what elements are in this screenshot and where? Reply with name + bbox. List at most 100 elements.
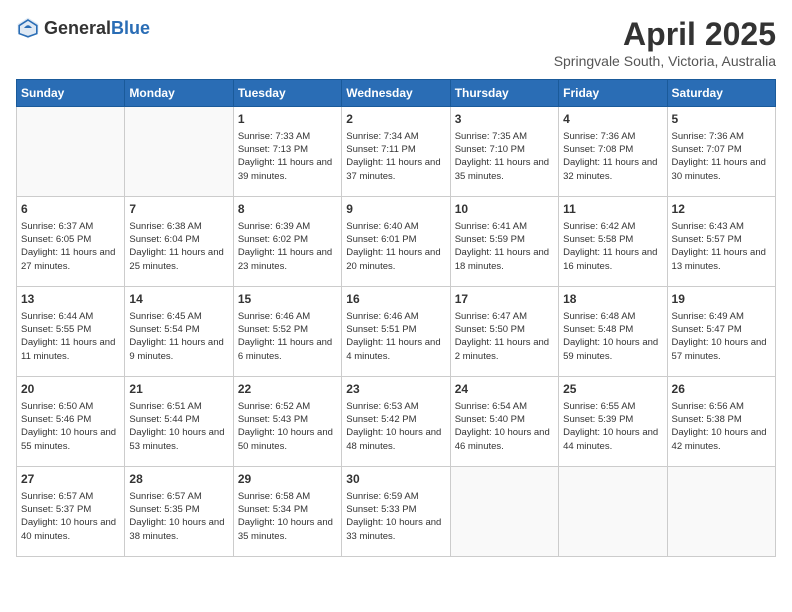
calendar-cell: 10 Sunrise: 6:41 AMSunset: 5:59 PMDayligh… — [450, 197, 558, 287]
day-info: Sunrise: 6:42 AMSunset: 5:58 PMDaylight:… — [563, 220, 662, 273]
day-info: Sunrise: 6:41 AMSunset: 5:59 PMDaylight:… — [455, 220, 554, 273]
header-sunday: Sunday — [17, 80, 125, 107]
day-number: 1 — [238, 111, 337, 128]
day-info: Sunrise: 7:34 AMSunset: 7:11 PMDaylight:… — [346, 130, 445, 183]
day-info: Sunrise: 6:45 AMSunset: 5:54 PMDaylight:… — [129, 310, 228, 363]
day-info: Sunrise: 6:39 AMSunset: 6:02 PMDaylight:… — [238, 220, 337, 273]
days-header-row: SundayMondayTuesdayWednesdayThursdayFrid… — [17, 80, 776, 107]
day-info: Sunrise: 7:35 AMSunset: 7:10 PMDaylight:… — [455, 130, 554, 183]
calendar-cell: 7Sunrise: 6:38 AMSunset: 6:04 PMDaylight… — [125, 197, 233, 287]
day-number: 21 — [129, 381, 228, 398]
day-number: 24 — [455, 381, 554, 398]
calendar-cell: 27 Sunrise: 6:57 AMSunset: 5:37 PMDayligh… — [17, 467, 125, 557]
day-info: Sunrise: 6:57 AMSunset: 5:35 PMDaylight:… — [129, 490, 228, 543]
calendar-cell: 22 Sunrise: 6:52 AMSunset: 5:43 PMDayligh… — [233, 377, 341, 467]
day-number: 23 — [346, 381, 445, 398]
title-block: April 2025 Springvale South, Victoria, A… — [554, 16, 776, 69]
calendar-cell: 21 Sunrise: 6:51 AMSunset: 5:44 PMDayligh… — [125, 377, 233, 467]
calendar-cell: 15 Sunrise: 6:46 AMSunset: 5:52 PMDayligh… — [233, 287, 341, 377]
header-tuesday: Tuesday — [233, 80, 341, 107]
calendar-table: SundayMondayTuesdayWednesdayThursdayFrid… — [16, 79, 776, 557]
day-info: Sunrise: 6:48 AMSunset: 5:48 PMDaylight:… — [563, 310, 662, 363]
logo-blue: Blue — [111, 18, 150, 38]
calendar-cell: 26Sunrise: 6:56 AMSunset: 5:38 PMDayligh… — [667, 377, 775, 467]
calendar-week-1: 1 Sunrise: 7:33 AMSunset: 7:13 PMDaylight… — [17, 107, 776, 197]
calendar-week-5: 27 Sunrise: 6:57 AMSunset: 5:37 PMDayligh… — [17, 467, 776, 557]
calendar-week-4: 20 Sunrise: 6:50 AMSunset: 5:46 PMDayligh… — [17, 377, 776, 467]
day-number: 8 — [238, 201, 337, 218]
calendar-cell: 18 Sunrise: 6:48 AMSunset: 5:48 PMDayligh… — [559, 287, 667, 377]
day-number: 15 — [238, 291, 337, 308]
calendar-cell: 12Sunrise: 6:43 AMSunset: 5:57 PMDayligh… — [667, 197, 775, 287]
day-info: Sunrise: 6:57 AMSunset: 5:37 PMDaylight:… — [21, 490, 120, 543]
calendar-cell — [125, 107, 233, 197]
day-info: Sunrise: 6:44 AMSunset: 5:55 PMDaylight:… — [21, 310, 120, 363]
calendar-cell: 25Sunrise: 6:55 AMSunset: 5:39 PMDayligh… — [559, 377, 667, 467]
day-number: 28 — [129, 471, 228, 488]
day-number: 20 — [21, 381, 120, 398]
day-info: Sunrise: 6:50 AMSunset: 5:46 PMDaylight:… — [21, 400, 120, 453]
calendar-cell: 29 Sunrise: 6:58 AMSunset: 5:34 PMDayligh… — [233, 467, 341, 557]
logo: GeneralBlue — [16, 16, 150, 40]
day-info: Sunrise: 6:54 AMSunset: 5:40 PMDaylight:… — [455, 400, 554, 453]
logo-icon — [16, 16, 40, 40]
day-info: Sunrise: 6:55 AMSunset: 5:39 PMDaylight:… — [563, 400, 662, 453]
calendar-cell: 1 Sunrise: 7:33 AMSunset: 7:13 PMDaylight… — [233, 107, 341, 197]
day-number: 18 — [563, 291, 662, 308]
day-number: 6 — [21, 201, 120, 218]
day-info: Sunrise: 6:49 AMSunset: 5:47 PMDaylight:… — [672, 310, 771, 363]
header-wednesday: Wednesday — [342, 80, 450, 107]
calendar-cell — [667, 467, 775, 557]
day-info: Sunrise: 6:58 AMSunset: 5:34 PMDaylight:… — [238, 490, 337, 543]
calendar-cell — [17, 107, 125, 197]
day-info: Sunrise: 6:47 AMSunset: 5:50 PMDaylight:… — [455, 310, 554, 363]
day-info: Sunrise: 6:38 AMSunset: 6:04 PMDaylight:… — [129, 220, 228, 273]
day-info: Sunrise: 6:52 AMSunset: 5:43 PMDaylight:… — [238, 400, 337, 453]
calendar-cell: 8 Sunrise: 6:39 AMSunset: 6:02 PMDaylight… — [233, 197, 341, 287]
calendar-week-3: 13 Sunrise: 6:44 AMSunset: 5:55 PMDayligh… — [17, 287, 776, 377]
day-info: Sunrise: 7:36 AMSunset: 7:08 PMDaylight:… — [563, 130, 662, 183]
day-number: 17 — [455, 291, 554, 308]
calendar-cell: 30 Sunrise: 6:59 AMSunset: 5:33 PMDayligh… — [342, 467, 450, 557]
day-info: Sunrise: 6:46 AMSunset: 5:52 PMDaylight:… — [238, 310, 337, 363]
calendar-cell: 4Sunrise: 7:36 AMSunset: 7:08 PMDaylight… — [559, 107, 667, 197]
day-number: 27 — [21, 471, 120, 488]
calendar-cell — [559, 467, 667, 557]
day-number: 30 — [346, 471, 445, 488]
day-number: 19 — [672, 291, 771, 308]
header-monday: Monday — [125, 80, 233, 107]
day-info: Sunrise: 6:51 AMSunset: 5:44 PMDaylight:… — [129, 400, 228, 453]
day-number: 10 — [455, 201, 554, 218]
calendar-cell: 24 Sunrise: 6:54 AMSunset: 5:40 PMDayligh… — [450, 377, 558, 467]
calendar-cell: 23Sunrise: 6:53 AMSunset: 5:42 PMDayligh… — [342, 377, 450, 467]
day-info: Sunrise: 7:33 AMSunset: 7:13 PMDaylight:… — [238, 130, 337, 183]
day-number: 29 — [238, 471, 337, 488]
calendar-cell: 11 Sunrise: 6:42 AMSunset: 5:58 PMDayligh… — [559, 197, 667, 287]
calendar-cell: 16Sunrise: 6:46 AMSunset: 5:51 PMDayligh… — [342, 287, 450, 377]
day-number: 13 — [21, 291, 120, 308]
calendar-cell: 28 Sunrise: 6:57 AMSunset: 5:35 PMDayligh… — [125, 467, 233, 557]
calendar-cell: 6Sunrise: 6:37 AMSunset: 6:05 PMDaylight… — [17, 197, 125, 287]
calendar-cell: 9 Sunrise: 6:40 AMSunset: 6:01 PMDaylight… — [342, 197, 450, 287]
day-number: 26 — [672, 381, 771, 398]
calendar-cell: 3Sunrise: 7:35 AMSunset: 7:10 PMDaylight… — [450, 107, 558, 197]
day-number: 22 — [238, 381, 337, 398]
day-info: Sunrise: 6:59 AMSunset: 5:33 PMDaylight:… — [346, 490, 445, 543]
calendar-cell — [450, 467, 558, 557]
day-number: 11 — [563, 201, 662, 218]
day-number: 2 — [346, 111, 445, 128]
day-number: 12 — [672, 201, 771, 218]
day-number: 9 — [346, 201, 445, 218]
day-number: 16 — [346, 291, 445, 308]
day-info: Sunrise: 6:40 AMSunset: 6:01 PMDaylight:… — [346, 220, 445, 273]
header-thursday: Thursday — [450, 80, 558, 107]
day-number: 14 — [129, 291, 228, 308]
header-friday: Friday — [559, 80, 667, 107]
calendar-cell: 5Sunrise: 7:36 AMSunset: 7:07 PMDaylight… — [667, 107, 775, 197]
calendar-week-2: 6Sunrise: 6:37 AMSunset: 6:05 PMDaylight… — [17, 197, 776, 287]
page-header: GeneralBlue April 2025 Springvale South,… — [16, 16, 776, 69]
calendar-cell: 13 Sunrise: 6:44 AMSunset: 5:55 PMDayligh… — [17, 287, 125, 377]
subtitle: Springvale South, Victoria, Australia — [554, 53, 776, 69]
calendar-cell: 19 Sunrise: 6:49 AMSunset: 5:47 PMDayligh… — [667, 287, 775, 377]
calendar-cell: 20 Sunrise: 6:50 AMSunset: 5:46 PMDayligh… — [17, 377, 125, 467]
